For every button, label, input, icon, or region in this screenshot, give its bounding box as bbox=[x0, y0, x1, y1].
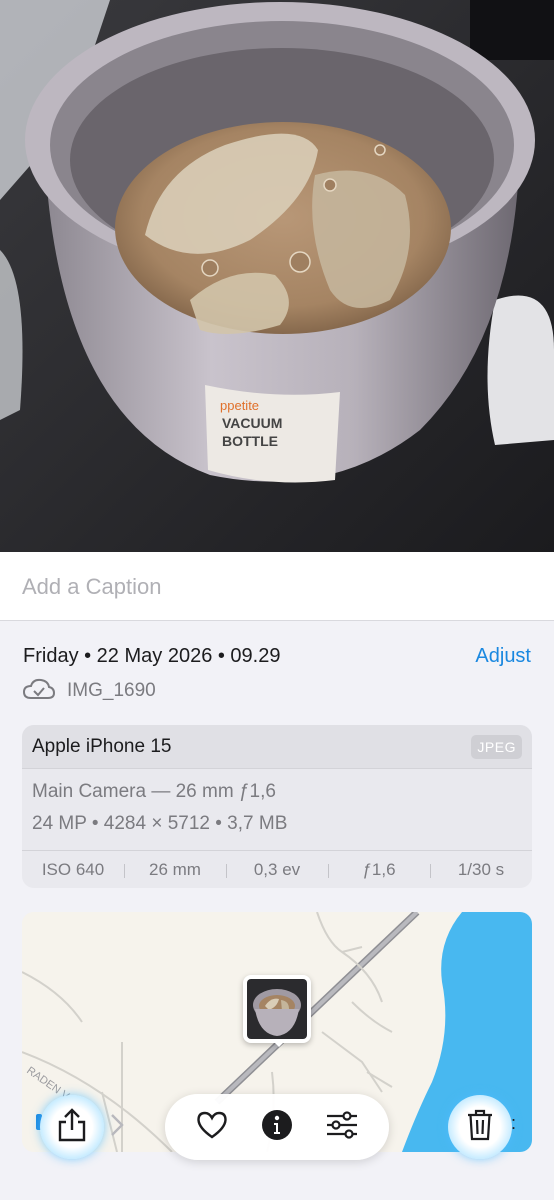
exif-exposure-value: 0,3 ev bbox=[226, 860, 328, 880]
chevron-right-icon bbox=[110, 1113, 124, 1142]
more-indicator: : bbox=[511, 1113, 517, 1133]
device-name: Apple iPhone 15 bbox=[32, 736, 172, 757]
trash-icon bbox=[466, 1109, 494, 1146]
adjust-button[interactable]: Adjust bbox=[475, 645, 531, 668]
info-button[interactable] bbox=[257, 1107, 297, 1147]
exif-row: ISO 640 26 mm 0,3 ev ƒ1,6 1/30 s bbox=[22, 850, 532, 888]
edit-adjust-button[interactable] bbox=[322, 1107, 362, 1147]
exif-aperture: ƒ1,6 bbox=[328, 860, 430, 880]
pin-thumbnail bbox=[247, 979, 307, 1039]
favorite-button[interactable] bbox=[192, 1107, 232, 1147]
photo-view[interactable]: ppetite VACUUM BOTTLE bbox=[0, 0, 554, 552]
caption-input[interactable] bbox=[22, 572, 522, 602]
filename-row: IMG_1690 bbox=[22, 678, 156, 705]
caption-bar bbox=[0, 552, 554, 621]
exif-shutter-speed: 1/30 s bbox=[430, 860, 532, 880]
photo-location-pin[interactable] bbox=[243, 975, 311, 1043]
sliders-icon bbox=[325, 1110, 359, 1145]
photo-datetime: Friday • 22 May 2026 • 09.29 bbox=[23, 645, 281, 667]
exif-card-header: Apple iPhone 15 JPEG bbox=[22, 725, 532, 769]
info-icon bbox=[261, 1109, 293, 1146]
photo-actions-toolbar bbox=[165, 1094, 389, 1160]
image-specs: 24 MP • 4284 × 5712 • 3,7 MB bbox=[32, 813, 288, 834]
bottle-label-line-1: VACUUM bbox=[222, 415, 282, 431]
delete-button[interactable] bbox=[448, 1095, 512, 1159]
exif-iso: ISO 640 bbox=[41, 859, 105, 879]
share-button[interactable] bbox=[40, 1095, 104, 1159]
bottle-brand-text: ppetite bbox=[220, 398, 259, 413]
cloud-check-icon bbox=[22, 678, 56, 705]
heart-icon bbox=[196, 1110, 228, 1145]
bottle-label-line-2: BOTTLE bbox=[222, 433, 278, 449]
pin-pointer bbox=[272, 1040, 286, 1047]
share-icon bbox=[57, 1107, 87, 1147]
photo-image: ppetite VACUUM BOTTLE bbox=[0, 0, 554, 552]
exif-focal-length: 26 mm bbox=[124, 860, 226, 880]
lens-info: Main Camera — 26 mm ƒ1,6 bbox=[32, 781, 276, 802]
exif-card: Apple iPhone 15 JPEG Main Camera — 26 mm… bbox=[22, 725, 532, 888]
filename: IMG_1690 bbox=[67, 680, 156, 701]
format-badge: JPEG bbox=[471, 735, 522, 759]
